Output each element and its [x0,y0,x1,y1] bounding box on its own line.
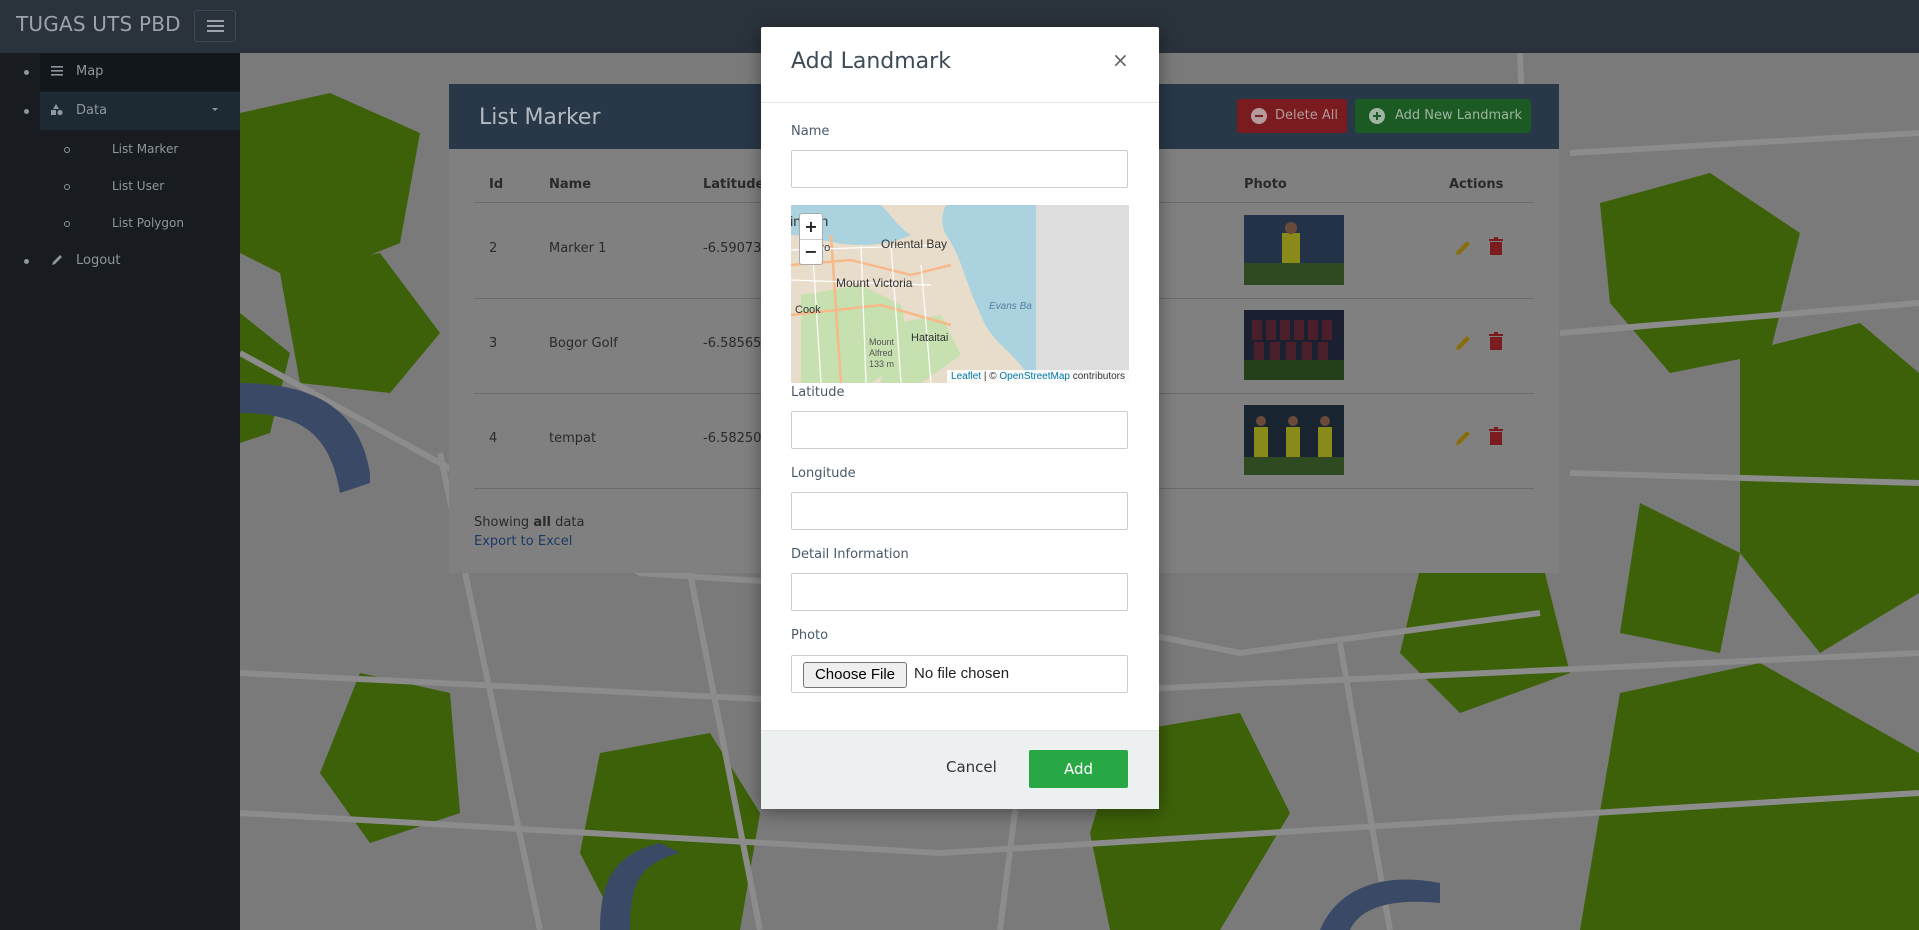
map-label: Evans Ba [989,301,1032,312]
name-label: Name [791,124,830,139]
col-photo: Photo [1244,177,1287,192]
hamburger-icon-line [207,30,224,32]
col-latitude: Latitude [703,177,765,192]
latitude-field[interactable] [791,411,1128,449]
sidebar-item-label: Data [76,103,108,118]
edit-icon[interactable] [1454,429,1472,447]
detail-information-field[interactable] [791,573,1128,611]
delete-all-label: Delete All [1275,108,1338,123]
name-field[interactable] [791,150,1128,188]
showing-text: Showing all data [474,515,584,530]
sidebar-item-data[interactable]: Data [40,92,240,130]
photo-thumbnail[interactable] [1244,405,1344,475]
location-picker-map[interactable]: lington Te Aro Oriental Bay Mount Victor… [791,205,1129,383]
cell-name: Marker 1 [549,241,607,256]
map-label: Hataitai [911,332,949,344]
add-new-landmark-button[interactable]: Add New Landmark [1355,99,1531,133]
cell-name: tempat [549,431,597,446]
cell-name: Bogor Golf [549,336,618,351]
sidebar-bullet [24,109,29,114]
col-id: Id [489,177,504,192]
pencil-icon [52,255,62,265]
sidebar-item-logout[interactable]: Logout [40,242,240,280]
cell-id: 4 [489,431,498,446]
shapes-icon [51,104,63,116]
zoom-in-button[interactable]: + [800,214,822,240]
map-tiles [791,205,1036,383]
longitude-field[interactable] [791,492,1128,530]
sub-bullet [64,184,70,190]
file-status: No file chosen [914,665,1010,682]
detail-information-label: Detail Information [791,547,909,562]
app-brand[interactable]: TUGAS UTS PBD [16,12,181,36]
export-excel-link[interactable]: Export to Excel [474,534,572,549]
hamburger-icon-line [207,25,224,27]
panel-title: List Marker [479,105,601,130]
add-button[interactable]: Add [1029,750,1128,788]
cell-id: 2 [489,241,498,256]
openstreetmap-link[interactable]: OpenStreetMap [999,371,1070,382]
sub-bullet [64,221,70,227]
map-no-tile-area [1036,205,1129,383]
map-label: Alfred [869,348,893,358]
photo-label: Photo [791,628,829,643]
hamburger-icon [207,20,224,22]
map-label: Cook [795,304,821,316]
list-icon [51,66,63,76]
map-label: Oriental Bay [881,237,948,251]
cell-id: 3 [489,336,498,351]
zoom-control: + − [799,213,823,265]
sidebar-item-label: Logout [76,253,121,268]
caret-down-icon [212,108,218,111]
edit-icon[interactable] [1454,334,1472,352]
longitude-label: Longitude [791,466,856,481]
sidebar: Map Data List Marker List User List Poly… [0,53,240,930]
delete-icon[interactable] [1489,237,1503,255]
col-actions: Actions [1449,177,1504,192]
cancel-button[interactable]: Cancel [946,758,997,776]
delete-all-button[interactable]: Delete All [1237,99,1347,133]
sidebar-bullet [24,259,29,264]
modal-title: Add Landmark [791,49,951,74]
delete-icon[interactable] [1489,427,1503,445]
modal-footer: Cancel Add [761,730,1159,809]
map-label: Mount Victoria [836,276,913,290]
sidebar-subitem-list-marker[interactable]: List Marker [112,142,178,156]
map-attribution: Leaflet | © OpenStreetMap contributors [947,370,1129,383]
plus-circle-icon [1369,108,1385,124]
attribution-separator: | © [981,371,1000,382]
photo-thumbnail[interactable] [1244,215,1344,285]
delete-icon[interactable] [1489,332,1503,350]
photo-file-input[interactable]: Choose File No file chosen [791,655,1128,693]
sub-bullet [64,147,70,153]
showing-prefix: Showing [474,515,534,530]
map-label: 133 m [869,359,895,369]
close-icon[interactable]: × [1112,48,1129,72]
cell-latitude: -6.58250 [703,431,762,446]
choose-file-button[interactable]: Choose File [803,662,907,688]
minus-circle-icon [1251,108,1267,124]
sidebar-subitem-list-user[interactable]: List User [112,179,164,193]
showing-bold: all [533,515,551,530]
col-name: Name [549,177,592,192]
edit-icon[interactable] [1454,239,1472,257]
cell-latitude: -6.59073 [703,241,762,256]
zoom-out-button[interactable]: − [800,239,822,264]
photo-thumbnail[interactable] [1244,310,1344,380]
add-new-landmark-label: Add New Landmark [1395,108,1522,123]
sidebar-subitem-list-polygon[interactable]: List Polygon [112,216,184,230]
showing-suffix: data [551,515,585,530]
add-landmark-modal: Add Landmark × Name lington Te Aro Orien… [761,27,1159,809]
latitude-label: Latitude [791,385,845,400]
sidebar-item-map[interactable]: Map [40,53,240,91]
sidebar-toggle-button[interactable] [194,10,236,42]
leaflet-link[interactable]: Leaflet [951,371,981,382]
cell-latitude: -6.58565 [703,336,762,351]
sidebar-item-label: Map [76,64,104,79]
attribution-suffix: contributors [1069,371,1125,382]
modal-divider [761,102,1159,103]
sidebar-bullet [24,70,29,75]
map-label: Mount [869,337,895,347]
